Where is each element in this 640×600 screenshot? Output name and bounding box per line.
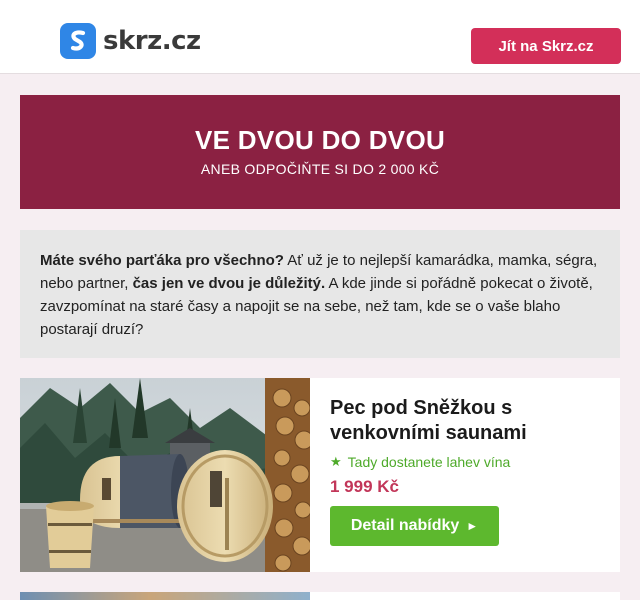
next-offer-photo[interactable] — [20, 592, 310, 600]
header: skrz.cz Jít na Skrz.cz — [0, 0, 640, 74]
barrel-sauna-photo[interactable] — [20, 378, 310, 572]
play-arrow-icon: ► — [466, 519, 479, 533]
offer-detail-button[interactable]: Detail nabídky ► — [330, 506, 499, 546]
intro-bold-lead: Máte svého parťáka pro všechno? — [40, 252, 284, 269]
skrz-logo[interactable]: skrz.cz — [60, 23, 201, 59]
logo-text: skrz.cz — [103, 26, 201, 56]
offer-perk-text: Tady dostanete lahev vína — [347, 454, 511, 470]
offer-price: 1 999 Kč — [330, 477, 399, 496]
banner-subtitle: ANEB ODPOČIŇTE SI DO 2 000 KČ — [200, 161, 440, 177]
offer-body: Pec pod Sněžkou s venkovními saunami ★ T… — [330, 396, 610, 546]
offer-title[interactable]: Pec pod Sněžkou s venkovními saunami — [330, 396, 610, 446]
offer-card: Pec pod Sněžkou s venkovními saunami ★ T… — [20, 378, 620, 572]
banner-title: VE DVOU DO DVOU — [194, 125, 446, 155]
intro-bold-mid: čas jen ve dvou je důležitý. — [132, 275, 326, 292]
skrz-logo-icon — [60, 23, 96, 59]
intro-text: Máte svého parťáka pro všechno? Ať už je… — [20, 230, 620, 358]
go-to-skrz-button[interactable]: Jít na Skrz.cz — [471, 28, 621, 64]
offer-perk: ★ Tady dostanete lahev vína — [330, 454, 610, 470]
next-offer-card — [20, 592, 620, 600]
offer-detail-button-label: Detail nabídky — [350, 517, 460, 534]
hero-banner: VE DVOU DO DVOU ANEB ODPOČIŇTE SI DO 2 0… — [20, 95, 620, 209]
star-icon: ★ — [330, 454, 342, 469]
